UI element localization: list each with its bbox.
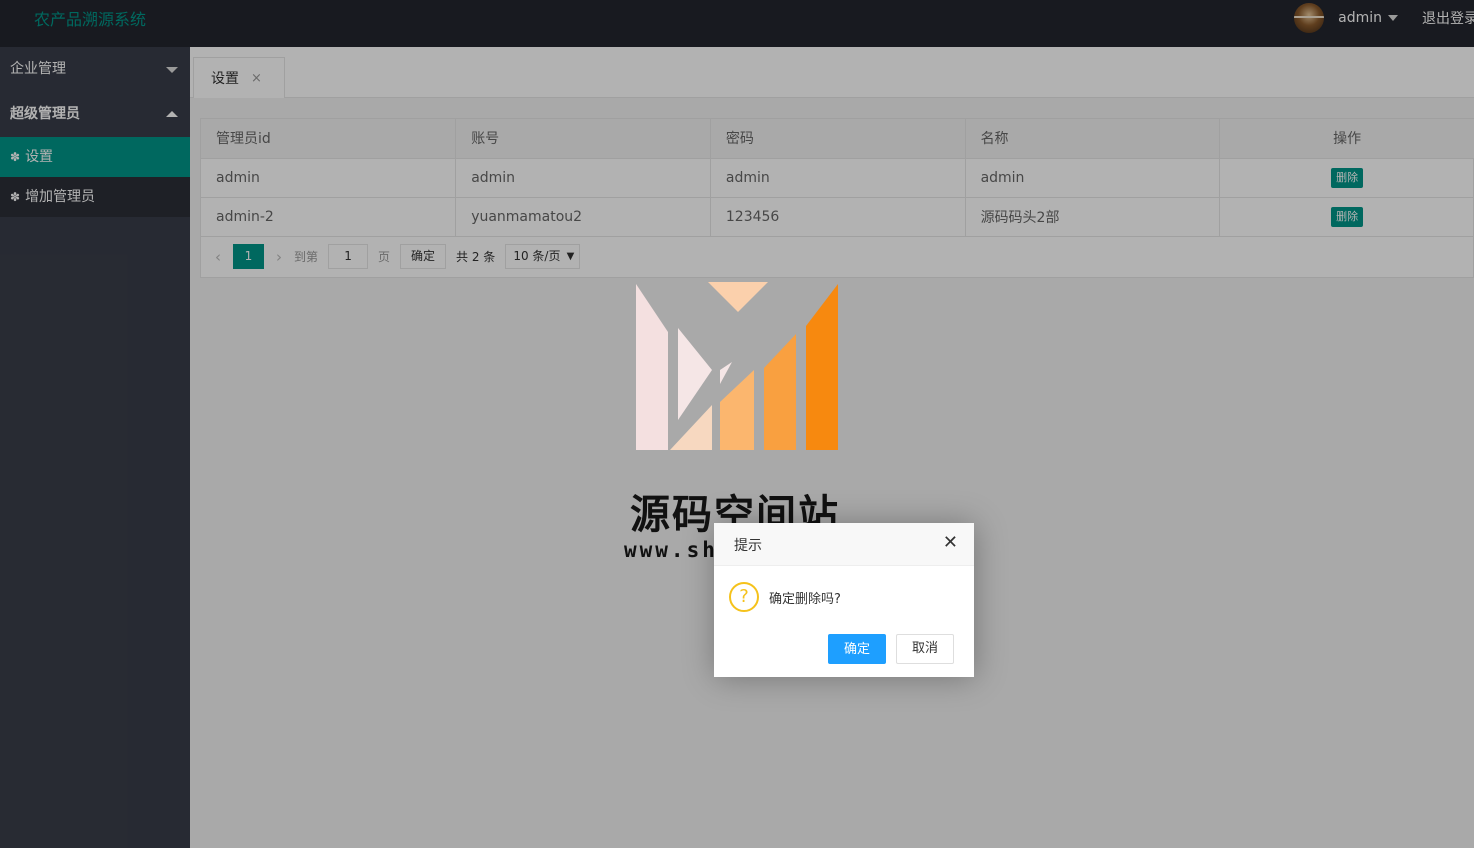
dialog-message: 确定删除吗? [769, 591, 841, 607]
confirm-button[interactable]: 确定 [827, 634, 886, 664]
cancel-button[interactable]: 取消 [895, 634, 954, 664]
close-icon[interactable]: ✕ [943, 533, 958, 553]
confirm-dialog: 提示 ✕ ? 确定删除吗? 确定 取消 [714, 523, 974, 677]
question-icon: ? [729, 582, 759, 612]
dialog-buttons: 确定 取消 [827, 634, 954, 664]
dialog-header: 提示 ✕ [714, 523, 974, 566]
dialog-body: ? 确定删除吗? [729, 582, 841, 612]
dialog-title: 提示 [734, 538, 762, 554]
